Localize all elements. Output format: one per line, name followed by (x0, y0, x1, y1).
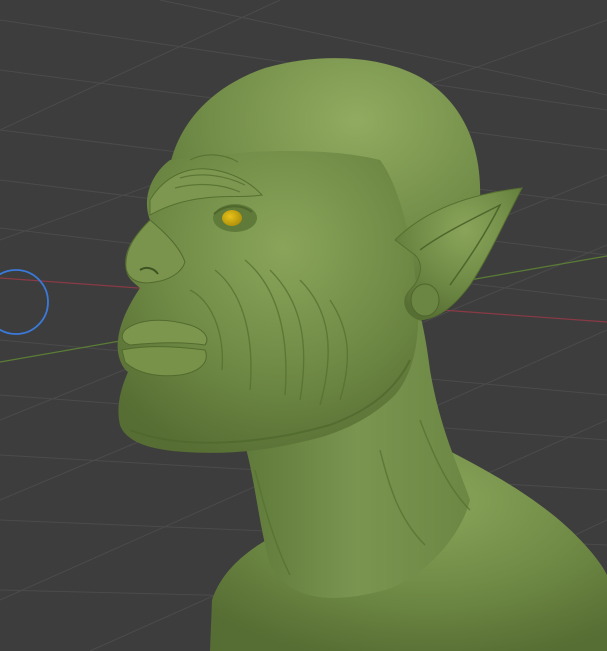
viewport-canvas[interactable] (0, 0, 607, 651)
ear-lobe (410, 283, 440, 317)
orc-head-bust-model[interactable] (117, 58, 607, 651)
eye-icon (222, 210, 242, 226)
3d-viewport[interactable] (0, 0, 607, 651)
